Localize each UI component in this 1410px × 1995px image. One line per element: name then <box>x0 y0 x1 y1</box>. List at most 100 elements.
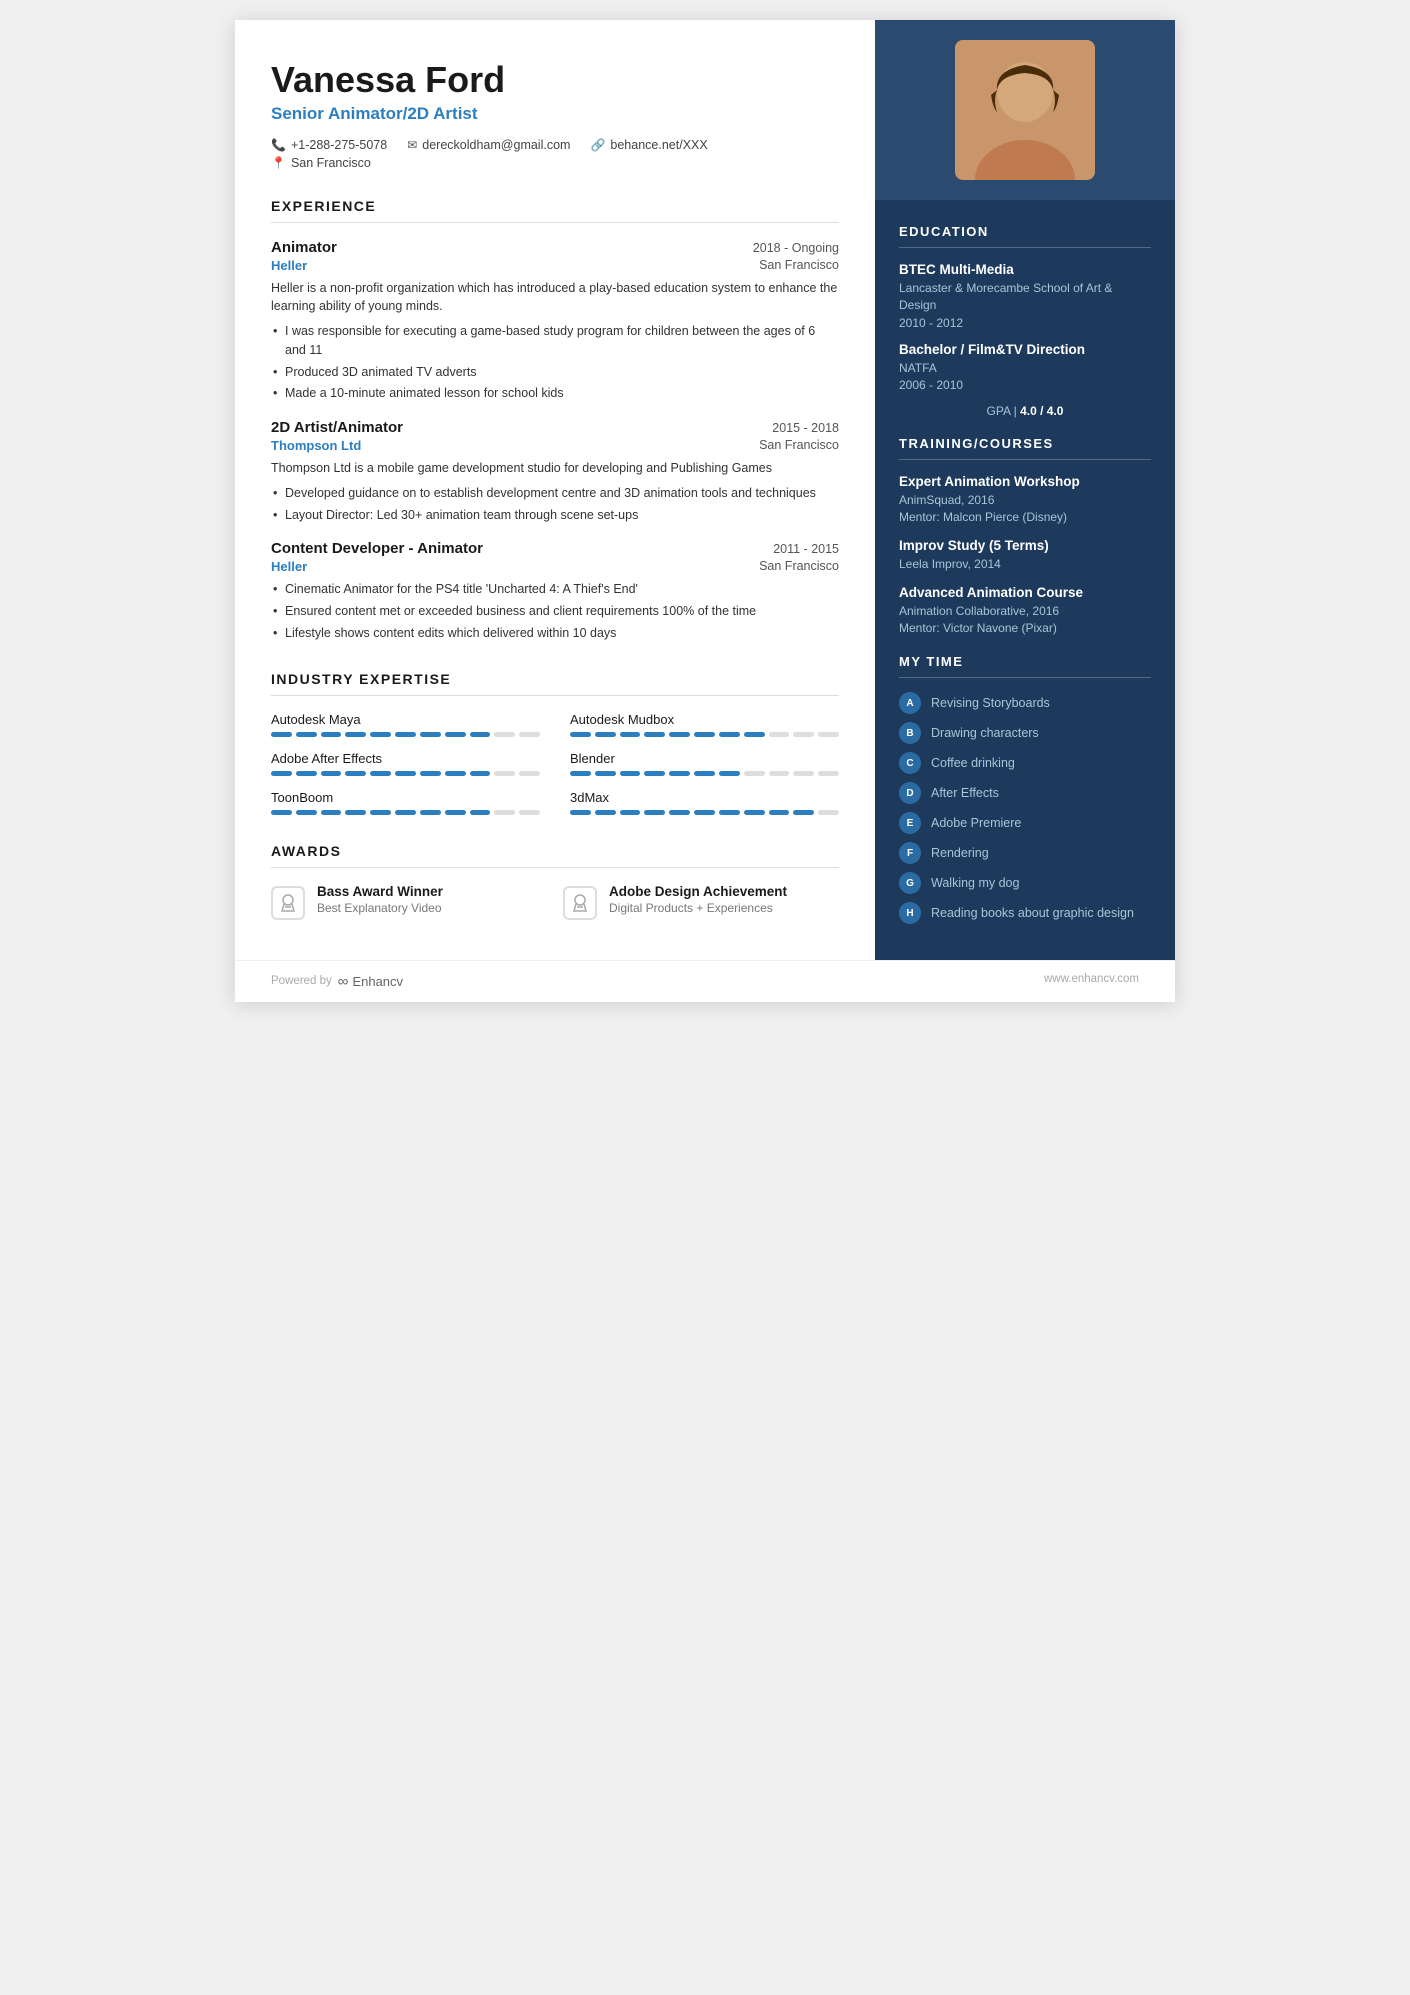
skill-bar <box>570 771 839 776</box>
degree-title: Bachelor / Film&TV Direction <box>899 342 1151 357</box>
skill-bar-segment <box>669 810 690 815</box>
mytime-label: Coffee drinking <box>931 755 1015 771</box>
bullet-item: Ensured content met or exceeded business… <box>271 602 839 621</box>
skill-bar-segment <box>420 810 441 815</box>
skill-bar-segment <box>296 732 317 737</box>
experience-item: 2D Artist/Animator 2015 - 2018 Thompson … <box>271 419 839 524</box>
awards-section-title: AWARDS <box>271 843 839 859</box>
skill-item: ToonBoom <box>271 790 540 815</box>
skill-bar-segment <box>769 732 790 737</box>
skill-bar-segment <box>793 810 814 815</box>
skill-bar-segment <box>271 810 292 815</box>
course-name: Improv Study (5 Terms) <box>899 538 1151 553</box>
skill-bar-segment <box>420 732 441 737</box>
company-name: Heller <box>271 258 307 273</box>
skill-bar-segment <box>470 771 491 776</box>
enhancv-icon: ∞ <box>338 973 349 990</box>
skill-bar-segment <box>345 732 366 737</box>
education-years: 2010 - 2012 <box>899 316 1151 330</box>
course-name: Expert Animation Workshop <box>899 474 1151 489</box>
skill-item: Blender <box>570 751 839 776</box>
skill-name: Autodesk Mudbox <box>570 712 839 727</box>
skill-bar-segment <box>620 732 641 737</box>
skill-bar-segment <box>769 810 790 815</box>
skill-bar-segment <box>370 810 391 815</box>
skill-name: 3dMax <box>570 790 839 805</box>
job-date: 2018 - Ongoing <box>753 241 839 255</box>
mytime-label: Reading books about graphic design <box>931 905 1134 921</box>
awards-grid: Bass Award Winner Best Explanatory Video… <box>271 884 839 920</box>
skill-bar-segment <box>470 810 491 815</box>
skill-bar-segment <box>620 810 641 815</box>
bullet-item: I was responsible for executing a game-b… <box>271 322 839 360</box>
mytime-item: H Reading books about graphic design <box>899 902 1151 924</box>
award-item: Adobe Design Achievement Digital Product… <box>563 884 839 920</box>
course-name: Advanced Animation Course <box>899 585 1151 600</box>
right-panel: EDUCATION BTEC Multi-Media Lancaster & M… <box>875 20 1175 960</box>
skill-bar-segment <box>296 810 317 815</box>
mytime-label: Walking my dog <box>931 875 1019 891</box>
experience-item: Animator 2018 - Ongoing Heller San Franc… <box>271 239 839 404</box>
skill-bar-segment <box>570 771 591 776</box>
skill-bar-segment <box>719 732 740 737</box>
mytime-label: After Effects <box>931 785 999 801</box>
degree-title: BTEC Multi-Media <box>899 262 1151 277</box>
skill-bar <box>271 810 540 815</box>
education-divider <box>899 247 1151 248</box>
experience-list: Animator 2018 - Ongoing Heller San Franc… <box>271 239 839 643</box>
powered-by-label: Powered by <box>271 975 332 987</box>
mytime-badge: B <box>899 722 921 744</box>
job-bullets: Developed guidance on to establish devel… <box>271 484 839 525</box>
skill-bar-segment <box>595 771 616 776</box>
school-name: Lancaster & Morecambe School of Art & De… <box>899 280 1151 314</box>
skill-bar <box>570 810 839 815</box>
mytime-item: G Walking my dog <box>899 872 1151 894</box>
mytime-label: Rendering <box>931 845 989 861</box>
skill-bar-segment <box>669 771 690 776</box>
right-content: EDUCATION BTEC Multi-Media Lancaster & M… <box>875 200 1175 956</box>
expertise-divider <box>271 695 839 696</box>
mytime-label: Adobe Premiere <box>931 815 1021 831</box>
mytime-badge: H <box>899 902 921 924</box>
mytime-badge: D <box>899 782 921 804</box>
training-section-title: TRAINING/COURSES <box>899 436 1151 451</box>
link-icon: 🔗 <box>590 138 605 152</box>
skill-bar-segment <box>395 810 416 815</box>
mytime-badge: G <box>899 872 921 894</box>
course-item: Improv Study (5 Terms) Leela Improv, 201… <box>899 538 1151 573</box>
skill-bar-segment <box>818 732 839 737</box>
skill-bar-segment <box>769 771 790 776</box>
mytime-item: F Rendering <box>899 842 1151 864</box>
expertise-section-title: INDUSTRY EXPERTISE <box>271 671 839 687</box>
skill-bar-segment <box>595 732 616 737</box>
skill-bar-segment <box>395 732 416 737</box>
phone-value: +1-288-275-5078 <box>291 138 387 152</box>
bullet-item: Cinematic Animator for the PS4 title 'Un… <box>271 580 839 599</box>
bullet-item: Lifestyle shows content edits which deli… <box>271 624 839 643</box>
mytime-label: Revising Storyboards <box>931 695 1050 711</box>
brand-name: Enhancv <box>352 974 403 989</box>
mytime-badge: A <box>899 692 921 714</box>
skill-bar-segment <box>494 810 515 815</box>
company-name: Heller <box>271 559 307 574</box>
mytime-badge: E <box>899 812 921 834</box>
course-detail: Animation Collaborative, 2016Mentor: Vic… <box>899 603 1151 637</box>
education-item: BTEC Multi-Media Lancaster & Morecambe S… <box>899 262 1151 330</box>
skill-bar-segment <box>644 732 665 737</box>
skill-bar-segment <box>644 771 665 776</box>
skill-bar-segment <box>445 732 466 737</box>
skill-bar <box>271 732 540 737</box>
phone-icon: 📞 <box>271 138 286 152</box>
left-panel: Vanessa Ford Senior Animator/2D Artist 📞… <box>235 20 875 960</box>
experience-divider <box>271 222 839 223</box>
company-name: Thompson Ltd <box>271 438 361 453</box>
skill-name: Adobe After Effects <box>271 751 540 766</box>
gpa-info: GPA | 4.0 / 4.0 <box>899 404 1151 418</box>
award-description: Digital Products + Experiences <box>609 901 787 915</box>
award-icon <box>271 886 305 920</box>
skill-bar-segment <box>818 771 839 776</box>
skill-name: Autodesk Maya <box>271 712 540 727</box>
course-item: Advanced Animation Course Animation Coll… <box>899 585 1151 637</box>
skill-item: Adobe After Effects <box>271 751 540 776</box>
award-info: Adobe Design Achievement Digital Product… <box>609 884 787 915</box>
